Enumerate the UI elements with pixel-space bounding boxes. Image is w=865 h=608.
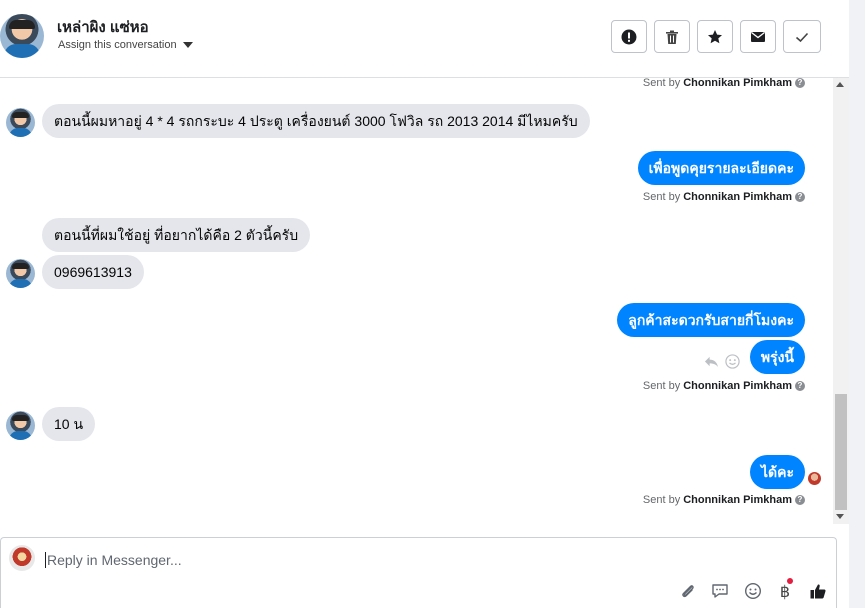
conversation-header: เหล่าผิง แซ่หอ Assign this conversation [0,0,849,78]
mark-done-button[interactable] [783,20,821,53]
baht-icon: ฿ [779,581,791,601]
help-icon[interactable]: ? [795,495,805,505]
sent-by-label: Sent by Chonnikan Pimkham ? [643,191,805,203]
reply-input[interactable] [47,548,647,572]
reply-icon[interactable] [704,354,719,369]
assign-label: Assign this conversation [58,39,177,51]
exclamation-icon [621,29,637,44]
star-icon [708,29,722,43]
caret-down-icon [182,42,193,48]
emoji-react-icon[interactable] [725,354,740,369]
outgoing-message[interactable]: เพื่อพูดคุยรายละเอียดคะ [637,151,805,185]
contact-avatar-small [6,108,35,137]
trash-icon [666,30,678,44]
incoming-message[interactable]: 10 น [42,407,96,441]
agent-name[interactable]: Chonnikan Pimkham [683,494,792,506]
sent-by-prefix: Sent by [642,77,681,89]
outgoing-message[interactable]: พรุ่งนี้ [749,340,805,374]
sent-by-label: Sent by Chonnikan Pimkham ? [643,380,805,392]
outgoing-message[interactable]: ได้คะ [749,455,805,489]
emoji-button[interactable] [743,581,763,601]
saved-replies-button[interactable] [710,581,730,601]
notification-dot [787,578,793,584]
agent-name[interactable]: Chonnikan Pimkham [683,191,792,203]
agent-name[interactable]: Chonnikan Pimkham [683,77,792,89]
contact-avatar-small [6,411,35,440]
outgoing-message[interactable]: ลูกค้าสะดวกรับสายกี่โมงคะ [617,303,805,337]
sent-by-label: Sent by Chonnikan Pimkham ? [643,494,805,506]
delete-button[interactable] [654,20,690,53]
star-button[interactable] [697,20,733,53]
assign-conversation-dropdown[interactable]: Assign this conversation [58,39,193,51]
incoming-message[interactable]: ตอนนี้ผมหาอยู่ 4 * 4 รถกระบะ 4 ประตู เคร… [42,104,590,138]
like-button[interactable] [808,581,828,601]
sent-by-prefix: Sent by [642,494,681,506]
contact-avatar[interactable] [0,14,44,58]
sent-by-prefix: Sent by [642,380,681,392]
mark-spam-button[interactable] [611,20,647,53]
contact-avatar-small [6,259,35,288]
contact-name[interactable]: เหล่าผิง แซ่หอ [57,15,149,39]
sent-by-label: Sent by Chonnikan Pimkham ? [643,77,805,89]
payment-button[interactable]: ฿ [775,578,795,601]
thumbs-up-icon [810,584,826,599]
incoming-message[interactable]: 0969613913 [42,255,144,289]
scroll-up-arrow-icon[interactable] [836,82,844,87]
page-avatar [9,545,35,571]
mark-unread-button[interactable] [740,20,776,53]
agent-name[interactable]: Chonnikan Pimkham [683,380,792,392]
scroll-down-arrow-icon[interactable] [836,514,844,519]
window-edge [849,0,865,608]
sent-by-prefix: Sent by [642,191,681,203]
emoji-icon [744,582,762,600]
attach-button[interactable] [678,581,698,601]
help-icon[interactable]: ? [795,381,805,391]
check-icon [795,32,809,42]
seen-avatar [808,472,821,485]
message-actions [704,354,740,369]
incoming-message[interactable]: ตอนนี้ที่ผมใช้อยู่ ที่อยากได้คือ 2 ตัวนี… [42,218,311,252]
text-cursor [45,552,46,568]
reply-composer: ฿ [0,537,837,608]
scrollbar-thumb[interactable] [835,394,847,510]
chat-bubble-icon [712,584,728,598]
help-icon[interactable]: ? [795,192,805,202]
help-icon[interactable]: ? [795,78,805,88]
paperclip-icon [682,585,694,598]
envelope-icon [751,31,765,42]
